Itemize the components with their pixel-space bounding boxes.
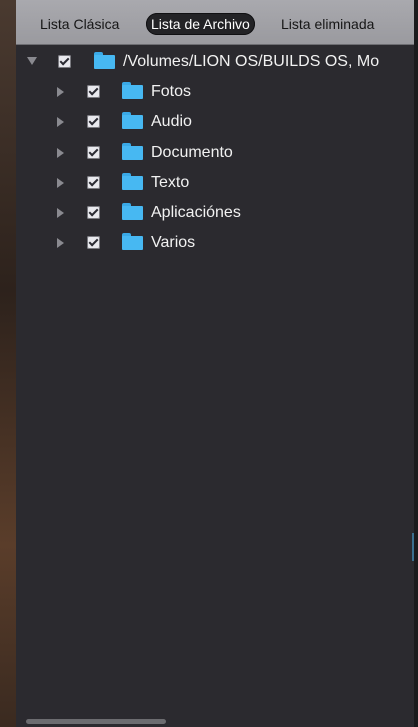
tab-bar: Lista Clásica Lista de Archivo Lista eli…	[16, 0, 414, 45]
folder-icon	[122, 82, 143, 99]
tab-lista-de-archivo[interactable]: Lista de Archivo	[146, 13, 255, 35]
tree-row-audio[interactable]: Audio	[16, 111, 414, 135]
tree-row-label: Documento	[151, 144, 233, 161]
triangle-down-icon[interactable]	[27, 57, 37, 65]
tree-row-label: Aplicaciónes	[151, 204, 241, 221]
tree-row-varios[interactable]: Varios	[16, 232, 414, 256]
triangle-right-icon[interactable]	[57, 238, 64, 248]
folder-icon	[94, 52, 115, 69]
file-list-panel: Lista Clásica Lista de Archivo Lista eli…	[16, 0, 414, 727]
tree-row-label: Fotos	[151, 83, 192, 100]
checkbox-checked-icon[interactable]	[87, 115, 100, 128]
checkbox-checked-icon[interactable]	[87, 176, 100, 189]
triangle-right-icon[interactable]	[57, 117, 64, 127]
window-edge	[414, 0, 418, 727]
tree-row-label: Audio	[151, 113, 192, 130]
tree-row-label: Texto	[151, 174, 190, 191]
folder-icon	[122, 143, 143, 160]
tree-row-root[interactable]: /Volumes/LION OS/BUILDS OS, Mo	[16, 51, 414, 75]
tab-lista-clasica[interactable]: Lista Clásica	[40, 13, 119, 35]
triangle-right-icon[interactable]	[57, 87, 64, 97]
triangle-right-icon[interactable]	[57, 208, 64, 218]
checkbox-checked-icon[interactable]	[87, 236, 100, 249]
folder-icon	[122, 112, 143, 129]
checkbox-checked-icon[interactable]	[87, 146, 100, 159]
folder-icon	[122, 233, 143, 250]
folder-icon	[122, 203, 143, 220]
horizontal-scrollbar[interactable]	[26, 719, 166, 724]
scroll-indicator	[412, 533, 414, 561]
checkbox-checked-icon[interactable]	[87, 85, 100, 98]
folder-icon	[122, 173, 143, 190]
tab-lista-eliminada[interactable]: Lista eliminada	[281, 13, 374, 35]
tree-row-texto[interactable]: Texto	[16, 172, 414, 196]
tree-row-documento[interactable]: Documento	[16, 142, 414, 166]
tree-row-label: Varios	[151, 234, 196, 251]
checkbox-checked-icon[interactable]	[87, 206, 100, 219]
tree-row-fotos[interactable]: Fotos	[16, 81, 414, 105]
checkbox-checked-icon[interactable]	[58, 55, 71, 68]
triangle-right-icon[interactable]	[57, 178, 64, 188]
tree-row-label: /Volumes/LION OS/BUILDS OS, Mo	[123, 53, 380, 70]
desktop-background	[0, 0, 16, 727]
triangle-right-icon[interactable]	[57, 148, 64, 158]
tree-row-aplicaciones[interactable]: Aplicaciónes	[16, 202, 414, 226]
